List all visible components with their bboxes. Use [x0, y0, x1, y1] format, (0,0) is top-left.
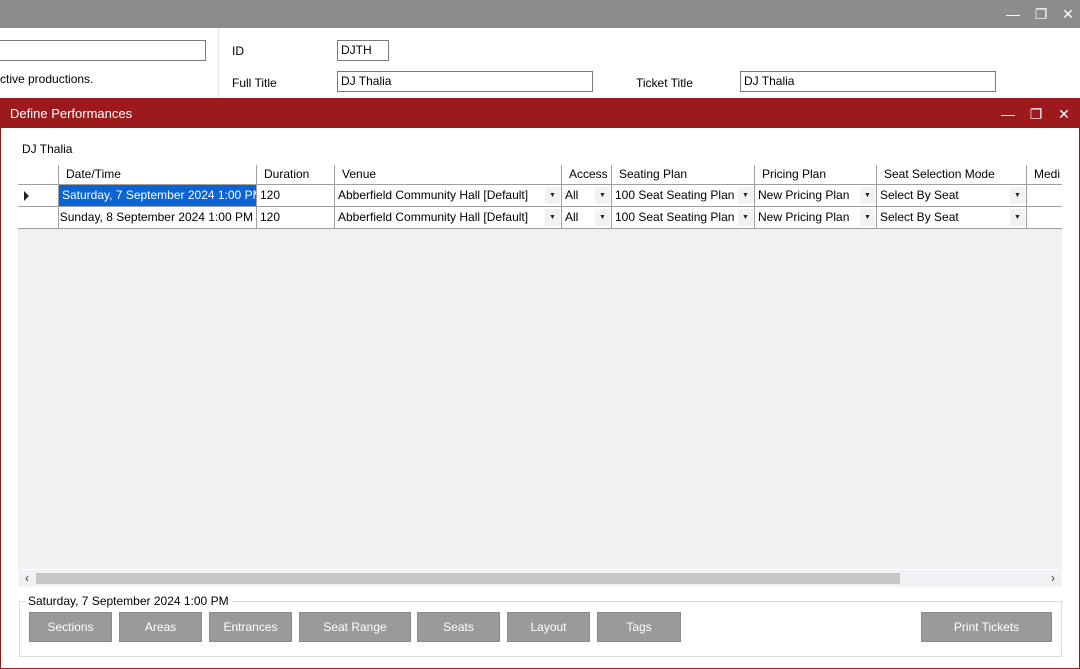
bg-close-icon[interactable]: ✕: [1058, 4, 1078, 24]
production-name: DJ Thalia: [22, 142, 73, 156]
col-header-media[interactable]: Medi: [1027, 165, 1062, 185]
full-title-label: Full Title: [232, 76, 277, 90]
bg-maximize-icon[interactable]: ❐: [1031, 4, 1051, 24]
dropdown-arrow-icon[interactable]: ▼: [738, 209, 753, 226]
cell-duration[interactable]: 120: [257, 185, 335, 207]
cell-pricing-plan-value: New Pricing Plan: [758, 188, 850, 202]
entrances-button[interactable]: Entrances: [209, 612, 292, 642]
cell-media[interactable]: [1027, 207, 1062, 229]
dropdown-arrow-icon[interactable]: ▼: [595, 209, 610, 226]
cell-seat-selection-mode-dropdown[interactable]: Select By Seat ▼: [877, 207, 1027, 229]
cell-media[interactable]: [1027, 185, 1062, 207]
group-title: Saturday, 7 September 2024 1:00 PM: [25, 594, 232, 608]
dropdown-arrow-icon[interactable]: ▼: [860, 209, 875, 226]
performance-options-group: Saturday, 7 September 2024 1:00 PM Secti…: [19, 594, 1062, 657]
dialog-maximize-icon[interactable]: ❐: [1025, 103, 1047, 125]
grid-corner-header: [18, 165, 59, 185]
col-header-duration[interactable]: Duration: [257, 165, 335, 185]
dropdown-arrow-icon[interactable]: ▼: [860, 187, 875, 204]
bg-divider: [218, 28, 219, 98]
col-header-datetime[interactable]: Date/Time: [59, 165, 257, 185]
horizontal-scrollbar[interactable]: ‹ ›: [18, 570, 1062, 587]
cell-venue-value: Abberfield Community Hall [Default]: [338, 188, 529, 202]
col-header-pricing-plan[interactable]: Pricing Plan: [755, 165, 877, 185]
cell-seating-plan-value: 100 Seat Seating Plan: [615, 188, 735, 202]
cell-venue-value: Abberfield Community Hall [Default]: [338, 210, 529, 224]
current-row-arrow-icon: [24, 191, 29, 201]
cell-access-dropdown[interactable]: All ▼: [562, 185, 612, 207]
cell-duration[interactable]: 120: [257, 207, 335, 229]
areas-button[interactable]: Areas: [119, 612, 202, 642]
cell-venue-dropdown[interactable]: Abberfield Community Hall [Default] ▼: [335, 185, 562, 207]
bg-filter-text: ctive productions.: [0, 72, 94, 86]
cell-venue-dropdown[interactable]: Abberfield Community Hall [Default] ▼: [335, 207, 562, 229]
cell-seat-selection-mode-dropdown[interactable]: Select By Seat ▼: [877, 185, 1027, 207]
cell-access-dropdown[interactable]: All ▼: [562, 207, 612, 229]
cell-seating-plan-dropdown[interactable]: 100 Seat Seating Plan ▼: [612, 185, 755, 207]
cell-seat-selection-mode-value: Select By Seat: [880, 210, 959, 224]
define-performances-dialog: Define Performances — ❐ ✕ DJ Thalia Date…: [0, 98, 1080, 669]
row-header[interactable]: [18, 207, 59, 229]
sections-button[interactable]: Sections: [29, 612, 112, 642]
cell-seat-selection-mode-value: Select By Seat: [880, 188, 959, 202]
ticket-title-field[interactable]: DJ Thalia: [740, 71, 996, 92]
row-header[interactable]: [18, 185, 59, 207]
cell-access-value: All: [565, 210, 579, 224]
cell-pricing-plan-dropdown[interactable]: New Pricing Plan ▼: [755, 207, 877, 229]
scrollbar-thumb[interactable]: [36, 573, 900, 584]
col-header-venue[interactable]: Venue: [335, 165, 562, 185]
dropdown-arrow-icon[interactable]: ▼: [595, 187, 610, 204]
id-label: ID: [232, 44, 244, 58]
background-title-bar: — ❐ ✕: [0, 0, 1080, 28]
print-tickets-button[interactable]: Print Tickets: [921, 612, 1052, 642]
cell-seating-plan-dropdown[interactable]: 100 Seat Seating Plan ▼: [612, 207, 755, 229]
dialog-minimize-icon[interactable]: —: [997, 103, 1019, 125]
cell-seating-plan-value: 100 Seat Seating Plan: [615, 210, 735, 224]
scroll-left-icon[interactable]: ‹: [18, 570, 36, 587]
layout-button[interactable]: Layout: [507, 612, 590, 642]
col-header-access[interactable]: Access: [562, 165, 612, 185]
cell-datetime[interactable]: Sunday, 8 September 2024 1:00 PM: [59, 207, 257, 229]
cell-pricing-plan-value: New Pricing Plan: [758, 210, 850, 224]
bg-search-input[interactable]: [0, 40, 206, 61]
bg-minimize-icon[interactable]: —: [1003, 4, 1023, 24]
seat-range-button[interactable]: Seat Range: [299, 612, 411, 642]
cell-datetime[interactable]: Saturday, 7 September 2024 1:00 PM: [59, 185, 257, 207]
dropdown-arrow-icon[interactable]: ▼: [545, 209, 560, 226]
cell-pricing-plan-dropdown[interactable]: New Pricing Plan ▼: [755, 185, 877, 207]
dialog-close-icon[interactable]: ✕: [1053, 103, 1075, 125]
dropdown-arrow-icon[interactable]: ▼: [1010, 209, 1025, 226]
col-header-seating-plan[interactable]: Seating Plan: [612, 165, 755, 185]
full-title-field[interactable]: DJ Thalia: [337, 71, 593, 92]
cell-access-value: All: [565, 188, 579, 202]
scroll-right-icon[interactable]: ›: [1044, 570, 1062, 587]
dialog-title: Define Performances: [10, 106, 133, 121]
col-header-seat-selection-mode[interactable]: Seat Selection Mode: [877, 165, 1027, 185]
dropdown-arrow-icon[interactable]: ▼: [545, 187, 560, 204]
dropdown-arrow-icon[interactable]: ▼: [738, 187, 753, 204]
dropdown-arrow-icon[interactable]: ▼: [1010, 187, 1025, 204]
dialog-title-bar[interactable]: Define Performances — ❐ ✕: [1, 99, 1079, 128]
tags-button[interactable]: Tags: [597, 612, 681, 642]
id-field[interactable]: DJTH: [337, 40, 389, 61]
seats-button[interactable]: Seats: [417, 612, 500, 642]
ticket-title-label: Ticket Title: [636, 76, 693, 90]
performances-grid[interactable]: Date/Time Duration Venue Access Seating …: [18, 165, 1062, 569]
